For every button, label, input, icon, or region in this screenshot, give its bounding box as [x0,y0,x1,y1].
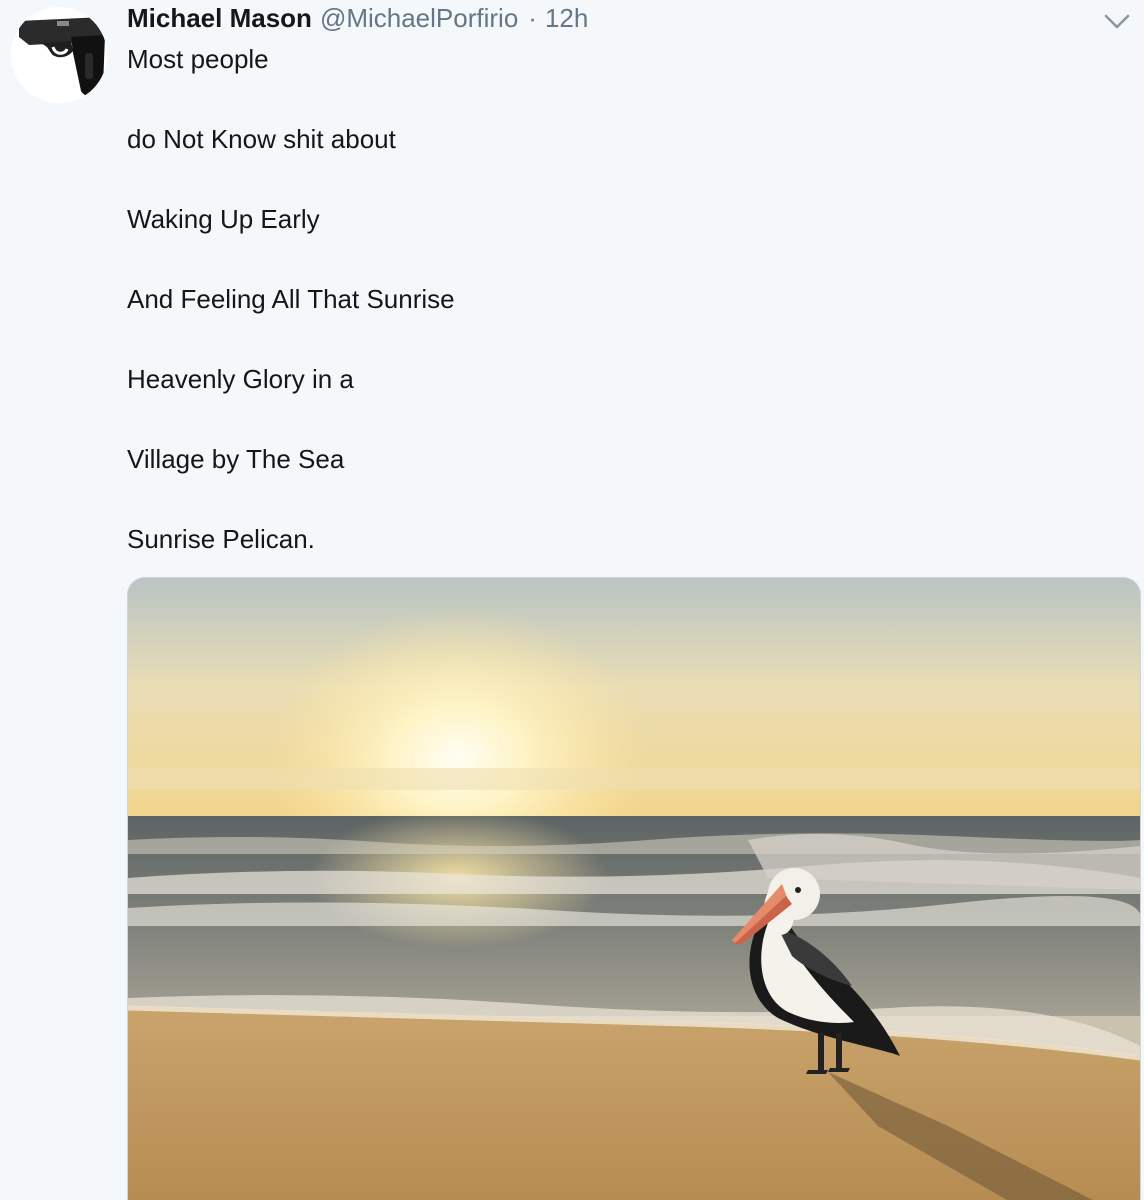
tweet-line: Sunrise Pelican. [127,524,315,554]
avatar[interactable] [11,7,107,103]
tweet-menu-button[interactable] [1104,12,1130,32]
timestamp[interactable]: 12h [545,3,588,34]
tweet-header: Michael Mason @MichaelPorfirio · 12h [127,3,588,37]
author-name[interactable]: Michael Mason [127,3,312,34]
tweet-line: And Feeling All That Sunrise [127,284,455,314]
author-handle[interactable]: @MichaelPorfirio [320,3,518,34]
tweet-line: Village by The Sea [127,444,345,474]
tweet-photo[interactable] [127,577,1141,1200]
tweet-line: do Not Know shit about [127,124,396,154]
tweet-line: Waking Up Early [127,204,320,234]
tweet-line: Most people [127,44,269,74]
beach-sunrise-pelican-photo [128,578,1140,1200]
tweet-text: Most people do Not Know shit about Wakin… [127,42,1107,556]
tweet[interactable]: Michael Mason @MichaelPorfirio · 12h Mos… [0,0,1144,1200]
separator-dot: · [528,3,537,33]
chevron-down-icon [1104,14,1130,29]
pistol-icon [11,7,107,103]
tweet-line: Heavenly Glory in a [127,364,354,394]
